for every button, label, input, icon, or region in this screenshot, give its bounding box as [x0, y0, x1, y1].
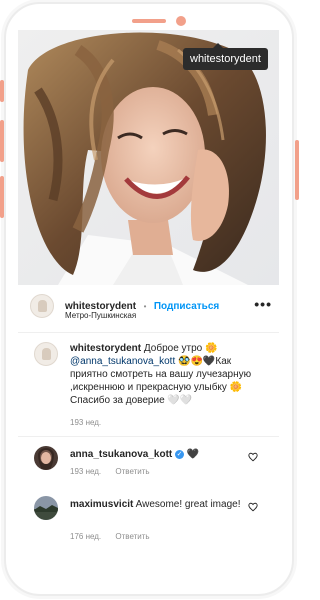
phone-side-button [295, 140, 299, 200]
comment-meta: 176 нед. Ответить [70, 532, 162, 541]
commenter-avatar[interactable] [34, 446, 58, 470]
commenter-avatar-image [34, 496, 58, 520]
phone-side-button [0, 120, 4, 162]
reply-button[interactable]: Ответить [115, 467, 149, 476]
author-avatar[interactable] [30, 294, 54, 318]
comment-timestamp[interactable]: 193 нед. [70, 467, 101, 476]
notch-speaker [132, 19, 166, 23]
divider [18, 332, 279, 333]
post-header: whitestorydent • Подписаться Метро-Пушки… [30, 292, 276, 330]
caption-text: whitestorydent Доброе утро 🌼 @anna_tsuka… [70, 342, 270, 407]
follow-button[interactable]: Подписаться [154, 301, 219, 312]
more-options-icon[interactable]: ••• [254, 296, 272, 312]
like-heart-icon[interactable] [248, 502, 258, 512]
separator-dot: • [143, 302, 147, 311]
username-tooltip: whitestorydent [183, 43, 268, 70]
comment: anna_tsukanova_kott ✓ 🖤 193 нед. Ответит… [34, 446, 274, 486]
like-heart-icon[interactable] [248, 452, 258, 462]
comment-text: maximusvicit Awesome! great image! [70, 498, 242, 511]
commenter-avatar-image [34, 446, 58, 470]
caption-text-part: Доброе утро 🌼 [143, 343, 218, 354]
comment-username[interactable]: anna_tsukanova_kott [70, 449, 172, 460]
phone-side-button [0, 80, 4, 102]
phone-side-button [0, 176, 4, 218]
commenter-avatar[interactable] [34, 496, 58, 520]
comment-text: anna_tsukanova_kott ✓ 🖤 [70, 448, 242, 461]
comment-content: 🖤 [186, 449, 200, 460]
comment: maximusvicit Awesome! great image! 176 н… [34, 496, 274, 546]
post-location[interactable]: Метро-Пушкинская [65, 311, 136, 320]
caption-mention[interactable]: @anna_tsukanova_kott [70, 356, 175, 367]
caption-avatar[interactable] [34, 342, 58, 366]
page: whitestorydent whitestorydent • Подписат… [0, 0, 299, 600]
divider [18, 436, 279, 437]
caption-timestamp[interactable]: 193 нед. [70, 418, 101, 427]
comment-timestamp[interactable]: 176 нед. [70, 532, 101, 541]
notch-camera [176, 16, 186, 26]
reply-button[interactable]: Ответить [115, 532, 149, 541]
caption-username[interactable]: whitestorydent [70, 343, 141, 354]
comment-content: Awesome! great image! [135, 499, 241, 510]
verified-badge-icon: ✓ [175, 449, 185, 459]
comment-meta: 193 нед. Ответить [70, 467, 162, 476]
comment-username[interactable]: maximusvicit [70, 499, 133, 510]
